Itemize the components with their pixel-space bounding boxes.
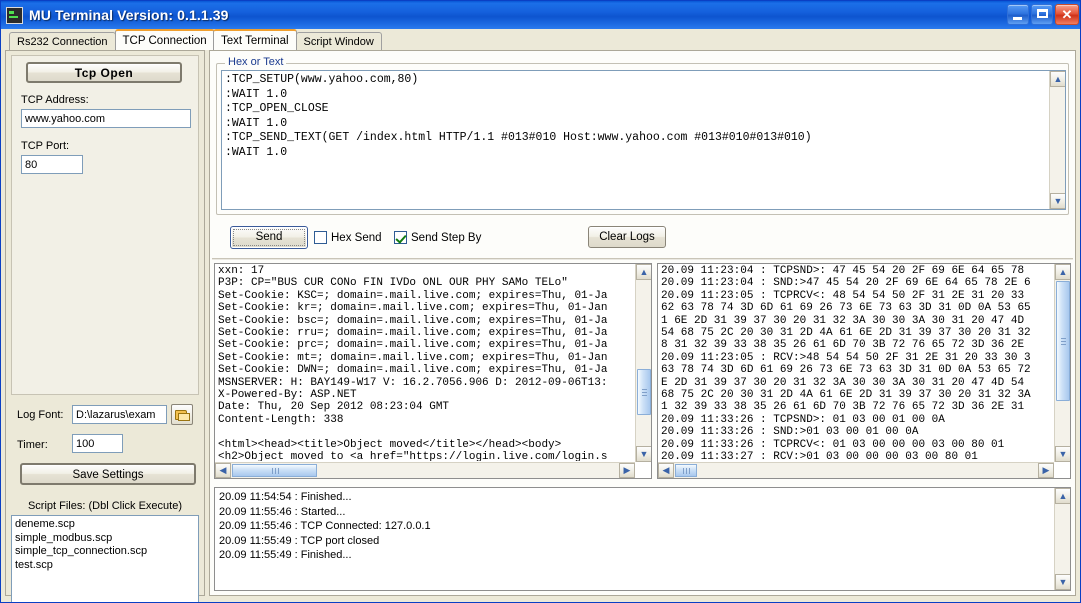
text-log-hscrollbar[interactable]: ◀ ▶ bbox=[215, 462, 635, 478]
status-log-content: 20.09 11:54:54 : Finished... 20.09 11:55… bbox=[219, 491, 431, 561]
checkbox-icon bbox=[314, 231, 327, 244]
text-log-content: xxn: 17 P3P: CP="BUS CUR CONo FIN IVDo O… bbox=[218, 265, 608, 461]
hex-log-panel[interactable]: 20.09 11:23:04 : TCPSND>: 47 45 54 20 2F… bbox=[657, 263, 1071, 479]
title-bar: MU Terminal Version: 0.1.1.39 ✕ bbox=[1, 1, 1080, 29]
terminal-icon bbox=[6, 6, 23, 24]
hex-or-text-title: Hex or Text bbox=[225, 56, 287, 68]
connection-settings-box: Tcp Open TCP Address: TCP Port: bbox=[11, 55, 199, 395]
scroll-thumb[interactable] bbox=[675, 464, 697, 477]
tcp-port-input[interactable] bbox=[21, 155, 83, 174]
scroll-left-icon[interactable]: ◀ bbox=[658, 463, 674, 478]
client-area: Rs232 Connection TCP Connection Tcp Open… bbox=[1, 29, 1080, 602]
scroll-thumb[interactable] bbox=[637, 369, 651, 415]
scroll-up-icon[interactable]: ▲ bbox=[1055, 488, 1070, 504]
text-log-vscrollbar[interactable]: ▲ ▼ bbox=[635, 264, 651, 462]
send-step-by-label: Send Step By bbox=[411, 231, 482, 244]
scroll-thumb[interactable] bbox=[232, 464, 317, 477]
scroll-down-icon[interactable]: ▼ bbox=[1050, 193, 1065, 209]
maximize-button[interactable] bbox=[1031, 4, 1053, 25]
scroll-up-icon[interactable]: ▲ bbox=[636, 264, 651, 280]
right-tabstrip: Text Terminal Script Window bbox=[213, 29, 513, 50]
script-editor[interactable]: :TCP_SETUP(www.yahoo.com,80) :WAIT 1.0 :… bbox=[221, 70, 1066, 210]
tab-tcp-connection[interactable]: TCP Connection bbox=[114, 29, 215, 50]
tab-script-window-label: Script Window bbox=[303, 36, 374, 48]
tab-rs232-connection[interactable]: Rs232 Connection bbox=[9, 32, 116, 50]
scroll-left-icon[interactable]: ◀ bbox=[215, 463, 231, 478]
status-log-vscrollbar[interactable]: ▲ ▼ bbox=[1054, 488, 1070, 590]
save-settings-button[interactable]: Save Settings bbox=[20, 463, 196, 485]
hex-log-hscrollbar[interactable]: ◀ ▶ bbox=[658, 462, 1054, 478]
window-controls: ✕ bbox=[1007, 4, 1079, 25]
scroll-down-icon[interactable]: ▼ bbox=[1055, 446, 1070, 462]
timer-label: Timer: bbox=[17, 439, 48, 451]
application-window: MU Terminal Version: 0.1.1.39 ✕ Rs232 Co… bbox=[0, 0, 1081, 603]
log-font-input[interactable] bbox=[72, 405, 167, 424]
log-font-label: Log Font: bbox=[17, 409, 64, 421]
window-title: MU Terminal Version: 0.1.1.39 bbox=[29, 7, 229, 23]
minimize-button[interactable] bbox=[1007, 4, 1029, 25]
separator bbox=[212, 258, 1073, 260]
tab-text-terminal-label: Text Terminal bbox=[221, 35, 289, 47]
send-step-by-checkbox[interactable]: Send Step By bbox=[394, 231, 481, 244]
text-log-panel[interactable]: xxn: 17 P3P: CP="BUS CUR CONo FIN IVDo O… bbox=[214, 263, 652, 479]
script-files-list[interactable]: deneme.scp simple_modbus.scp simple_tcp_… bbox=[11, 515, 199, 602]
checkbox-checked-icon bbox=[394, 231, 407, 244]
status-log-panel[interactable]: 20.09 11:54:54 : Finished... 20.09 11:55… bbox=[214, 487, 1071, 591]
tcp-address-input[interactable] bbox=[21, 109, 191, 128]
send-button[interactable]: Send bbox=[230, 226, 308, 249]
scroll-up-icon[interactable]: ▲ bbox=[1050, 71, 1065, 87]
left-tabstrip: Rs232 Connection TCP Connection bbox=[9, 29, 215, 50]
hex-or-text-group: Hex or Text :TCP_SETUP(www.yahoo.com,80)… bbox=[216, 56, 1069, 215]
list-item[interactable]: simple_modbus.scp bbox=[15, 532, 195, 546]
tab-tcp-connection-label: TCP Connection bbox=[122, 35, 207, 47]
folder-open-icon bbox=[175, 409, 190, 421]
connection-panel: Tcp Open TCP Address: TCP Port: Log Font… bbox=[5, 50, 205, 602]
hex-send-label: Hex Send bbox=[331, 231, 382, 244]
close-icon: ✕ bbox=[1061, 7, 1073, 22]
list-item[interactable]: deneme.scp bbox=[15, 518, 195, 532]
settings-block: Log Font: Timer: Save Settings bbox=[11, 401, 199, 496]
scroll-thumb[interactable] bbox=[1056, 281, 1070, 401]
list-item[interactable]: test.scp bbox=[15, 559, 195, 573]
script-editor-vscrollbar[interactable]: ▲ ▼ bbox=[1049, 71, 1065, 209]
close-button[interactable]: ✕ bbox=[1055, 4, 1079, 25]
scroll-right-icon[interactable]: ▶ bbox=[619, 463, 635, 478]
tab-text-terminal[interactable]: Text Terminal bbox=[213, 29, 297, 50]
clear-logs-button[interactable]: Clear Logs bbox=[588, 226, 666, 248]
script-editor-content[interactable]: :TCP_SETUP(www.yahoo.com,80) :WAIT 1.0 :… bbox=[222, 71, 1048, 209]
tcp-port-label: TCP Port: bbox=[21, 140, 70, 152]
hex-log-content: 20.09 11:23:04 : TCPSND>: 47 45 54 20 2F… bbox=[661, 265, 1031, 461]
hex-log-vscrollbar[interactable]: ▲ ▼ bbox=[1054, 264, 1070, 462]
tab-script-window[interactable]: Script Window bbox=[295, 32, 382, 50]
tab-rs232-connection-label: Rs232 Connection bbox=[17, 36, 108, 48]
terminal-panel: Hex or Text :TCP_SETUP(www.yahoo.com,80)… bbox=[209, 50, 1076, 596]
scroll-up-icon[interactable]: ▲ bbox=[1055, 264, 1070, 280]
browse-log-font-button[interactable] bbox=[171, 404, 193, 425]
tcp-address-label: TCP Address: bbox=[21, 94, 89, 106]
script-files-title: Script Files: (Dbl Click Execute) bbox=[27, 500, 183, 512]
list-item[interactable]: simple_tcp_connection.scp bbox=[15, 545, 195, 559]
scroll-down-icon[interactable]: ▼ bbox=[1055, 574, 1070, 590]
scroll-right-icon[interactable]: ▶ bbox=[1038, 463, 1054, 478]
hex-send-checkbox[interactable]: Hex Send bbox=[314, 231, 382, 244]
tcp-open-button[interactable]: Tcp Open bbox=[26, 62, 182, 83]
scroll-down-icon[interactable]: ▼ bbox=[636, 446, 651, 462]
timer-input[interactable] bbox=[72, 434, 123, 453]
action-row: Send Hex Send Send Step By Clear Logs bbox=[216, 223, 1069, 255]
